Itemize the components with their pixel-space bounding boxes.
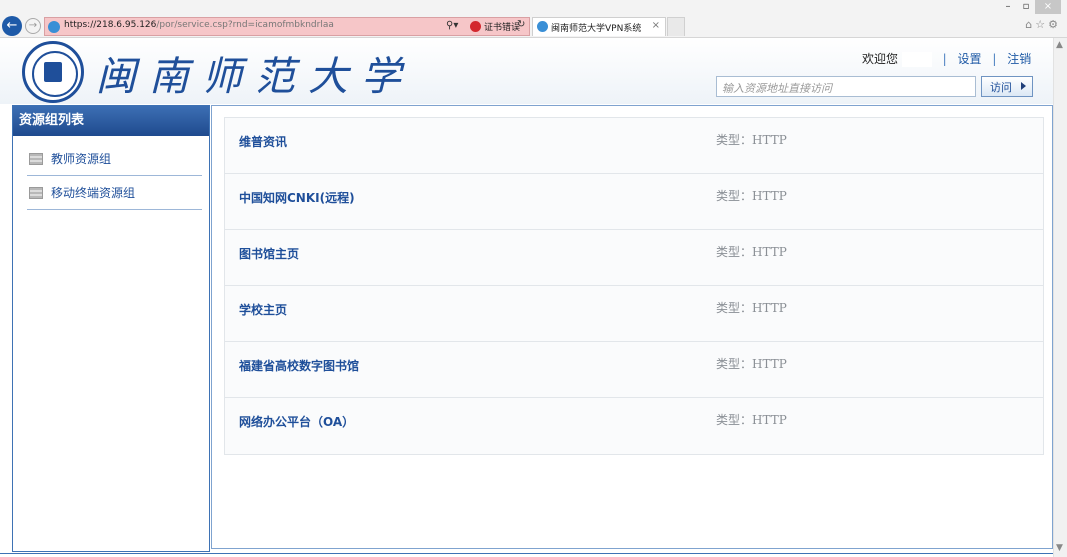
resource-row[interactable]: 中国知网CNKI(远程) 类型：HTTP	[225, 174, 1043, 230]
tab-close-icon[interactable]: ×	[652, 20, 660, 31]
window-close-button[interactable]: ×	[1035, 0, 1061, 14]
folder-icon	[29, 153, 43, 165]
new-tab-button[interactable]	[667, 17, 685, 36]
university-name: 闽南师范大学	[96, 54, 414, 100]
page-scrollbar[interactable]: ▲ ▼	[1053, 38, 1067, 557]
cert-error-label[interactable]: 证书错误	[484, 20, 520, 33]
resource-name[interactable]: 中国知网CNKI(远程)	[239, 189, 355, 206]
resource-row[interactable]: 学校主页 类型：HTTP	[225, 286, 1043, 342]
visit-button[interactable]: 访问	[981, 76, 1033, 97]
site-icon	[48, 21, 60, 33]
scroll-up-icon[interactable]: ▲	[1056, 40, 1063, 50]
resource-row[interactable]: 网络办公平台（OA） 类型：HTTP	[225, 398, 1043, 454]
resource-type: 类型：HTTP	[716, 133, 787, 147]
sidebar-item-mobile-resources[interactable]: 移动终端资源组	[27, 178, 202, 210]
minimize-button[interactable]: –	[999, 0, 1017, 14]
resource-type: 类型：HTTP	[716, 189, 787, 203]
university-emblem-icon	[22, 41, 84, 103]
back-arrow-icon[interactable]: ←	[2, 16, 22, 36]
resource-type: 类型：HTTP	[716, 413, 787, 427]
toolbar-icons[interactable]: ⌂☆⚙	[1025, 18, 1061, 31]
resource-name[interactable]: 维普资讯	[239, 133, 287, 150]
user-bar: 欢迎您 | 设置 | 注销	[862, 50, 1031, 67]
restore-button[interactable]: ▫	[1017, 0, 1035, 14]
sidebar: 资源组列表 教师资源组 移动终端资源组	[12, 105, 210, 552]
sidebar-item-label: 移动终端资源组	[51, 186, 136, 200]
refresh-icon[interactable]: ↻	[517, 19, 525, 30]
resource-type: 类型：HTTP	[716, 301, 787, 315]
tab-title: 闽南师范大学VPN系统	[551, 24, 642, 34]
separator: |	[992, 52, 997, 66]
logout-link[interactable]: 注销	[1007, 52, 1031, 66]
resource-row[interactable]: 福建省高校数字图书馆 类型：HTTP	[225, 342, 1043, 398]
search-icon[interactable]: ⚲▾	[446, 20, 458, 31]
resource-name[interactable]: 福建省高校数字图书馆	[239, 357, 359, 374]
resource-name[interactable]: 图书馆主页	[239, 245, 299, 262]
welcome-text: 欢迎您	[862, 52, 899, 66]
username	[901, 52, 932, 67]
resource-type: 类型：HTTP	[716, 245, 787, 259]
separator: |	[942, 52, 947, 66]
tab-vpn[interactable]: 闽南师范大学VPN系统 ×	[532, 17, 666, 36]
address-bar[interactable]: https://218.6.95.126/por/service.csp?rnd…	[44, 17, 530, 36]
scroll-down-icon[interactable]: ▼	[1056, 543, 1063, 553]
sidebar-item-teacher-resources[interactable]: 教师资源组	[27, 144, 202, 176]
sidebar-item-label: 教师资源组	[51, 152, 112, 166]
sidebar-title: 资源组列表	[13, 106, 209, 136]
bottom-border	[0, 553, 1053, 557]
forward-arrow-icon[interactable]: →	[25, 18, 41, 34]
cert-error-icon	[470, 21, 481, 32]
settings-link[interactable]: 设置	[958, 52, 982, 66]
main-panel: 维普资讯 类型：HTTP 中国知网CNKI(远程) 类型：HTTP 图书馆主页 …	[211, 105, 1053, 549]
resource-name[interactable]: 网络办公平台（OA）	[239, 413, 354, 430]
resource-row[interactable]: 图书馆主页 类型：HTTP	[225, 230, 1043, 286]
resource-type: 类型：HTTP	[716, 357, 787, 371]
browser-chrome: – ▫ × ← → https://218.6.95.126/por/servi…	[0, 0, 1067, 38]
visit-button-label: 访问	[990, 80, 1012, 94]
resource-list: 维普资讯 类型：HTTP 中国知网CNKI(远程) 类型：HTTP 图书馆主页 …	[224, 117, 1044, 455]
resource-address-box	[716, 76, 976, 98]
address-url[interactable]: https://218.6.95.126/por/service.csp?rnd…	[64, 20, 334, 30]
window-controls: – ▫ ×	[999, 0, 1061, 14]
resource-name[interactable]: 学校主页	[239, 301, 287, 318]
resource-row[interactable]: 维普资讯 类型：HTTP	[225, 118, 1043, 174]
ie-icon	[537, 21, 548, 32]
folder-icon	[29, 187, 43, 199]
resource-address-input[interactable]	[717, 79, 975, 98]
play-arrow-icon	[1021, 82, 1026, 90]
